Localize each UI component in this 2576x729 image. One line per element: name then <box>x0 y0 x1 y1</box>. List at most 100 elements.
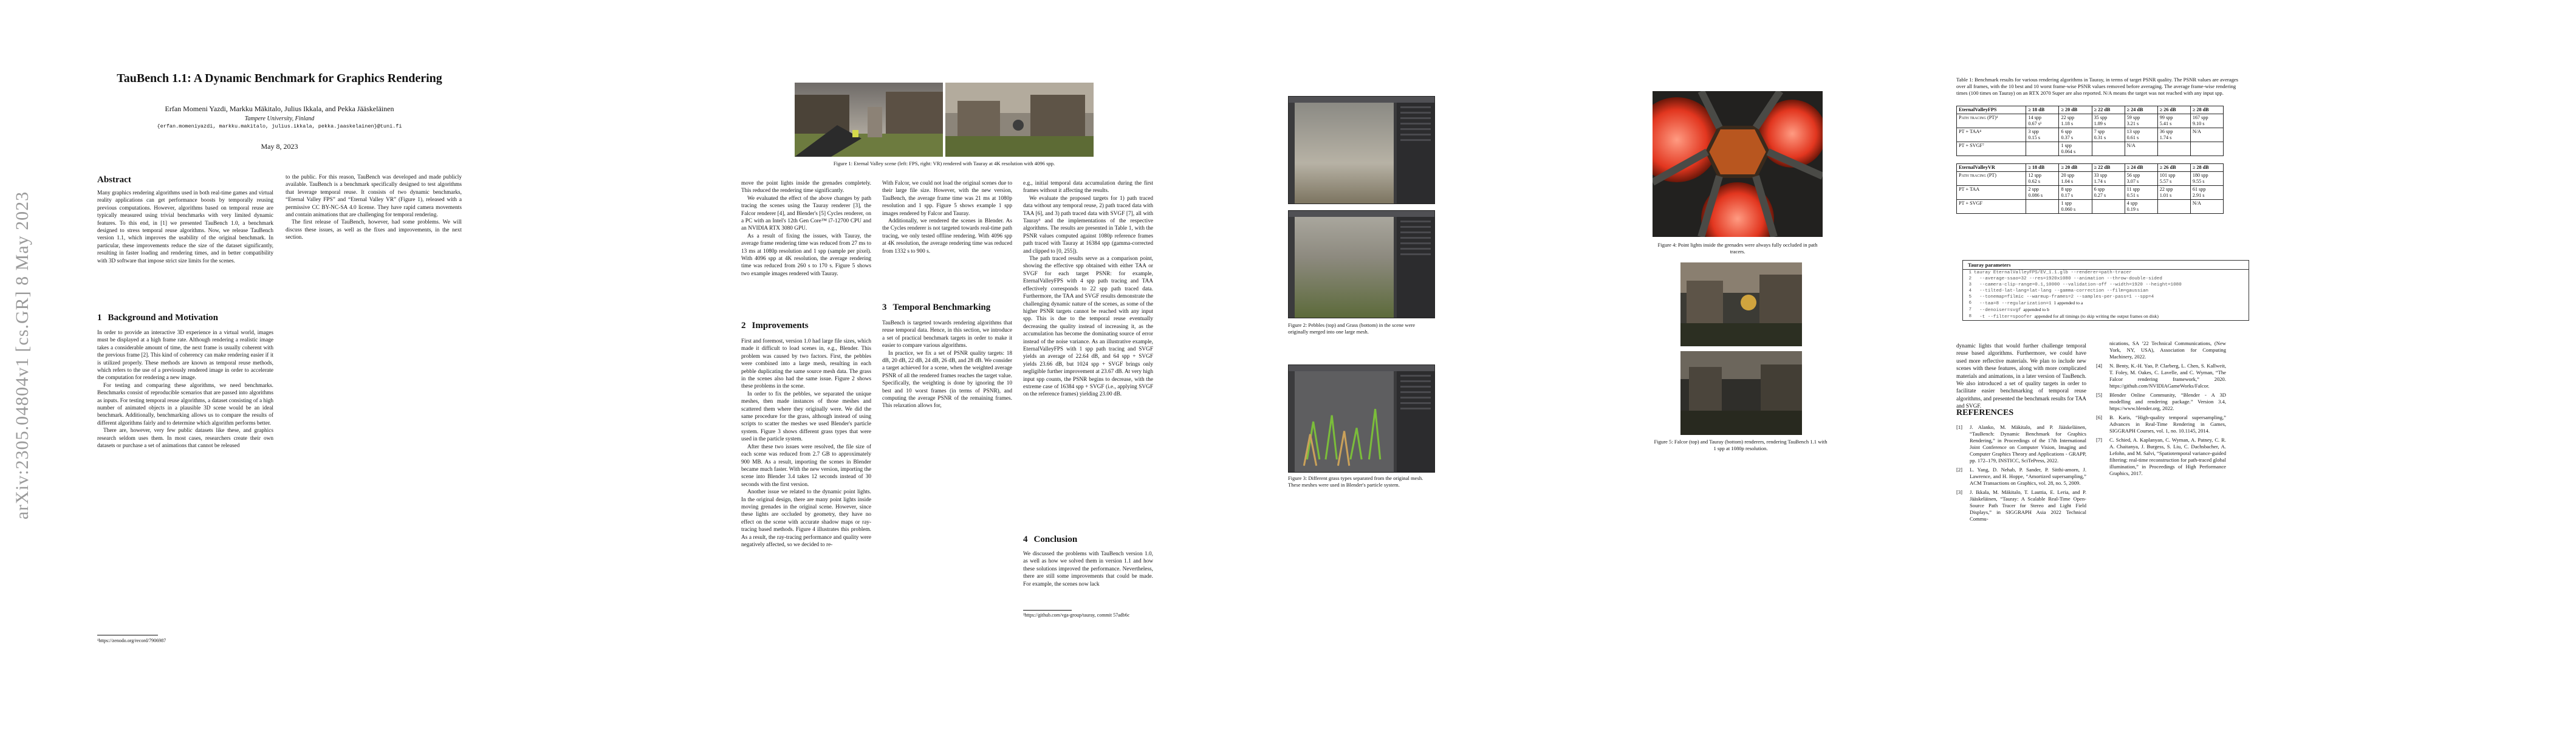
abstract-text: Many graphics rendering algorithms used … <box>97 190 273 264</box>
table-cell: 167 spp 9.10 s <box>2190 114 2224 128</box>
listing-line: 2 --average-ssao=32 --res=1920x1080 --an… <box>1963 276 2249 282</box>
figure-4-image <box>1653 91 1823 237</box>
table-cell: 6 spp 0.37 s <box>2058 128 2092 142</box>
line-note: appended for all timings (to skip writin… <box>2032 313 2159 319</box>
reference-item: [2] L. Yang, D. Nehab, P. Sander, P. Sitt… <box>1956 467 2086 487</box>
section-2-text: First and foremost, version 1.0 had larg… <box>741 338 871 548</box>
table-cell: 14 spp 0.67 s¹ <box>2026 114 2060 128</box>
table-row: PT + SVGF⁷ 1 spp 0.064 s N/A <box>1956 142 2224 156</box>
figure-2-grass-image <box>1288 210 1435 318</box>
page4-text: dynamic lights that would further challe… <box>1956 343 2086 410</box>
table-cell: N/A <box>2190 199 2224 214</box>
section-4-heading: 4 Conclusion <box>1023 535 1078 544</box>
figure-2-pebbles-image <box>1288 96 1435 204</box>
table-column-header: ≥ 24 dB <box>2124 163 2158 172</box>
listing-line: 7 --denoiser=svgf appended to b <box>1963 307 2249 313</box>
table-cell: 33 spp 1.74 s <box>2091 171 2125 186</box>
reference-item: [3] J. Ikkala, M. Mäkitalo, T. Lauttia, E… <box>1956 489 2086 522</box>
table-cell <box>2190 142 2224 156</box>
line-number: 6 <box>1968 301 1971 306</box>
table-header-row: EternalValleyFPS ≥ 18 dB ≥ 20 dB ≥ 22 dB ≥ 2… <box>1956 106 2224 114</box>
page-3: Figure 2: Pebbles (top) and Grass (botto… <box>1288 0 1932 729</box>
listing-line: 4 --tilted-lat-lang=lat-lang --gamma-cor… <box>1963 288 2249 294</box>
line-code: --tonemap=filmic --warmup-frames=2 --sam… <box>1974 295 2154 299</box>
reference-label: [2] <box>1956 467 1963 473</box>
reference-text: C. Schied, A. Kaplanyan, C. Wyman, A. Pa… <box>2109 437 2226 476</box>
figure-5-falcor-image <box>1680 262 1802 346</box>
paper-title: TauBench 1.1: A Dynamic Benchmark for Gr… <box>117 72 442 85</box>
table-column-header: ≥ 20 dB <box>2058 163 2092 172</box>
abstract-heading: Abstract <box>97 175 131 185</box>
listing-header: Tauray parameters <box>1963 261 2249 270</box>
line-number: 5 <box>1968 295 1971 299</box>
line-code: -t --filter=spoofer appended for all tim… <box>1974 313 2159 320</box>
table-row-label: PT + SVGF <box>1956 199 2027 214</box>
table-1-caption: Table 1: Benchmark results for various r… <box>1956 77 2239 96</box>
reference-label: [6] <box>2096 414 2103 420</box>
line-code: --denoiser=svgf appended to b <box>1974 307 2049 313</box>
table-row-label: Path tracing (PT)¹ <box>1956 114 2027 128</box>
references-right: nications, SA ’22 Technical Communicatio… <box>2096 340 2226 479</box>
figure-2-caption: Figure 2: Pebbles (top) and Grass (botto… <box>1288 322 1416 335</box>
table-cell <box>2091 142 2125 156</box>
line-code: --tilted-lat-lang=lat-lang --gamma-corre… <box>1974 289 2149 293</box>
figure-5-caption: Figure 5: Falcor (top) and Tauray (botto… <box>1654 439 1828 451</box>
table-column-header: ≥ 22 dB <box>2091 163 2125 172</box>
arxiv-stamp: arXiv:2305.04804v1 [cs.GR] 8 May 2023 <box>12 191 32 520</box>
line-number: 7 <box>1968 307 1971 312</box>
table-column-header: ≥ 22 dB <box>2091 106 2125 114</box>
table-cell: N/A <box>2124 142 2158 156</box>
reference-text: J. Ikkala, M. Mäkitalo, T. Lauttia, E. L… <box>1970 489 2086 522</box>
table-cell: 12 spp 0.62 s <box>2026 171 2060 186</box>
table-cell: 61 spp 2.91 s <box>2190 185 2224 200</box>
reference-label: [7] <box>2096 437 2103 443</box>
table-cell <box>2157 142 2191 156</box>
line-code: tauray EternalValleyFPS/EV_1.1.glb --ren… <box>1974 270 2132 275</box>
table-cell: 11 spp 0.51 s <box>2124 185 2158 200</box>
table-column-header: ≥ 18 dB <box>2026 163 2060 172</box>
table-scene-name: EternalValleyFPS <box>1956 106 2027 114</box>
table-column-header: ≥ 28 dB <box>2190 106 2224 114</box>
table-column-header: ≥ 18 dB <box>2026 106 2060 114</box>
footnote-3: ³https://github.com/vga-group/tauray, co… <box>1023 612 1130 618</box>
table-cell: 22 spp 1.18 s <box>2058 114 2092 128</box>
reference-item: [7] C. Schied, A. Kaplanyan, C. Wyman, A.… <box>2096 437 2226 477</box>
line-note: appended to b <box>2021 307 2049 312</box>
table-row: PT + SVGF 1 spp 0.060 s 4 spp 0.19 s N/A <box>1956 199 2224 214</box>
paper-affiliation: Tampere University, Finland <box>244 115 315 122</box>
paper-date: May 8, 2023 <box>261 142 298 151</box>
table-cell: 36 spp 1.74 s <box>2157 128 2191 142</box>
section-4-text: We discussed the problems with TauBench … <box>1023 551 1153 587</box>
line-note: 1 appended to a <box>2051 300 2083 306</box>
table-header-row: EternalValleyVR ≥ 18 dB ≥ 20 dB ≥ 22 dB ≥ 24… <box>1956 163 2224 172</box>
table-row-label: PT + TAA <box>1956 185 2027 200</box>
table-column-header: ≥ 26 dB <box>2157 106 2191 114</box>
figure-3-image <box>1288 364 1435 473</box>
table-cell: 6 spp 0.27 s <box>2091 185 2125 200</box>
listing-line: 8 -t --filter=spoofer appended for all t… <box>1963 313 2249 320</box>
page-4: Table 1: Benchmark results for various r… <box>1932 0 2576 729</box>
table-cell: 1 spp 0.064 s <box>2058 142 2092 156</box>
section-3-text: TauBench is targeted towards rendering a… <box>882 320 1012 409</box>
references-left: [1] J. Alanko, M. Mäkitalo, and P. Jääske… <box>1956 424 2086 525</box>
table-cell: 4 spp 0.19 s <box>2124 199 2158 214</box>
reference-item: [5] Blender Online Community, “Blender - … <box>2096 392 2226 412</box>
table-column-header: ≥ 20 dB <box>2058 106 2092 114</box>
reference-item: [4] N. Benty, K.-H. Yao, P. Clarberg, L. … <box>2096 363 2226 389</box>
table-cell: 3 spp 0.15 s <box>2026 128 2060 142</box>
table-row: PT + TAA 2 spp 0.086 s8 spp 0.17 s6 spp 0.27… <box>1956 185 2224 200</box>
reference-text: nications, SA ’22 Technical Communicatio… <box>2109 340 2226 360</box>
paper-emails: {erfan.momeniyazdi, markku.makitalo, jul… <box>157 123 402 129</box>
table-cell: 22 spp 1.01 s <box>2157 185 2191 200</box>
line-number: 3 <box>1968 282 1971 287</box>
tauray-parameters-listing: Tauray parameters 1 tauray EternalValleyF… <box>1962 260 2249 321</box>
listing-line: 6 --taa=8 --regularization=1 1 appended … <box>1963 300 2249 307</box>
reference-text: N. Benty, K.-H. Yao, P. Clarberg, L. Che… <box>2109 363 2226 389</box>
table-cell: 35 spp 1.89 s <box>2091 114 2125 128</box>
line-code: --camera-clip-range=0.1,10000 --validati… <box>1974 282 2182 287</box>
table-cell <box>2026 142 2060 156</box>
reference-label: [5] <box>2096 392 2103 398</box>
table-cell: 2 spp 0.086 s <box>2026 185 2060 200</box>
table-cell: 59 spp 3.21 s <box>2124 114 2158 128</box>
section-3-heading: 3 Temporal Benchmarking <box>882 303 991 312</box>
